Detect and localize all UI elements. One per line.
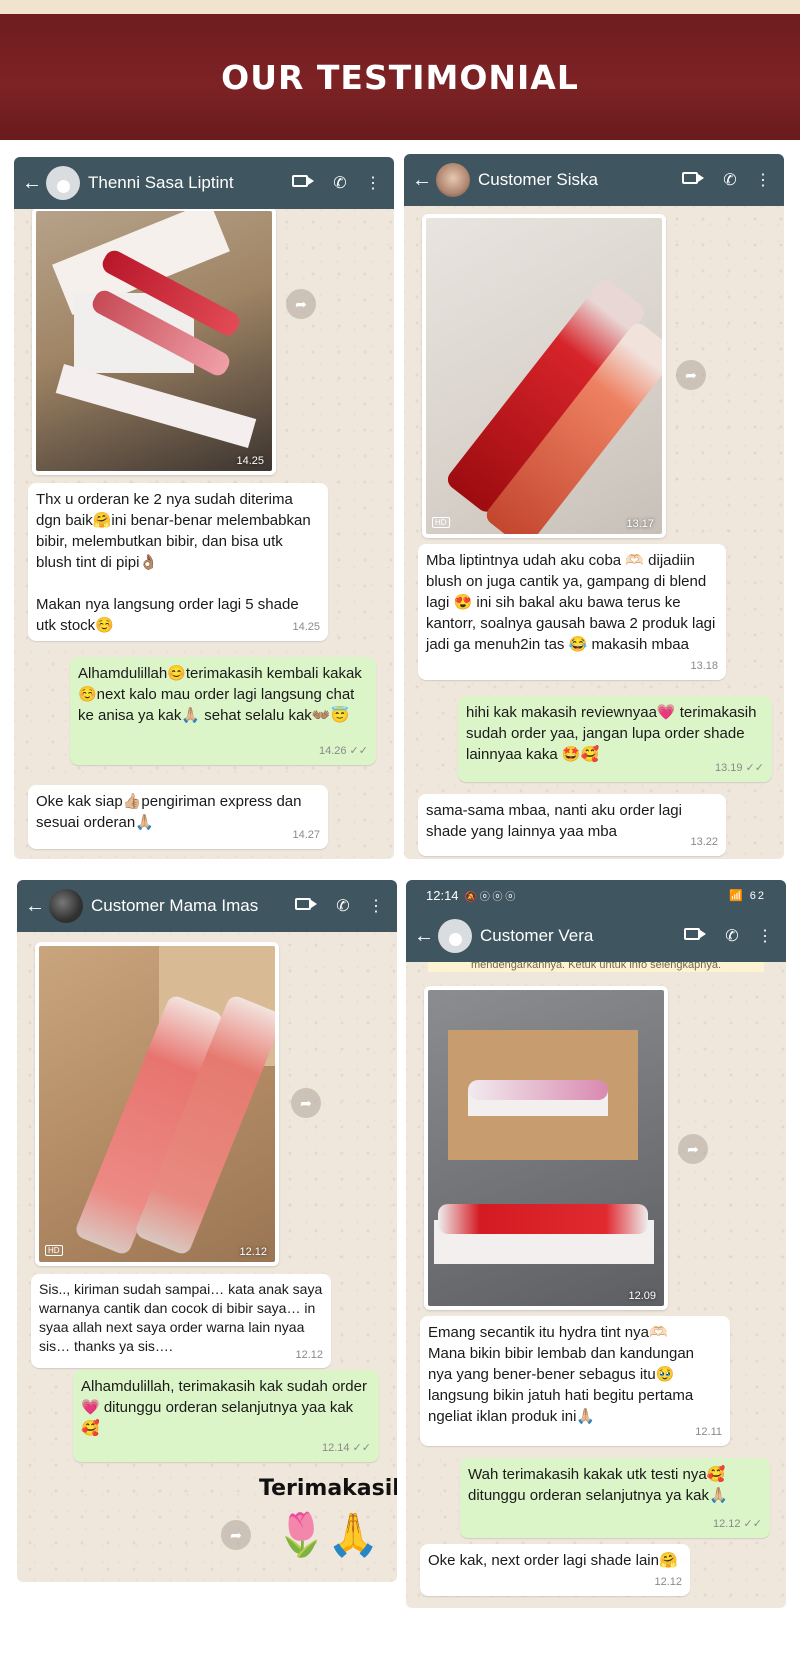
more-vertical-icon[interactable]: ⋮ [750, 170, 776, 190]
contact-name[interactable]: Customer Siska [478, 170, 670, 190]
phone-icon[interactable]: ✆ [323, 896, 363, 916]
message-text: Oke kak siap👍🏼pengiriman express dan ses… [36, 793, 302, 831]
message-time: 14.26 ✓✓ [318, 745, 368, 757]
chat-message-incoming: Thx u orderan ke 2 nya sudah diterima dg… [28, 483, 328, 641]
chat-screenshot-1: ← Thenni Sasa Liptint ✆ ⋮ 14.25 ➦ Thx u … [14, 157, 394, 859]
top-strip [0, 0, 800, 14]
product-photo[interactable]: HD 12.12 [35, 942, 279, 1266]
contact-name[interactable]: Thenni Sasa Liptint [88, 173, 280, 193]
page-title: OUR TESTIMONIAL [221, 57, 579, 97]
avatar[interactable] [436, 163, 470, 197]
message-time: 12.12 [295, 1349, 323, 1361]
hd-badge: HD [432, 517, 450, 528]
video-call-icon[interactable] [672, 927, 712, 945]
chat-message-incoming: sama-sama mbaa, nanti aku order lagi sha… [418, 794, 726, 856]
message-time: 13.19 ✓✓ [714, 762, 764, 774]
banner: OUR TESTIMONIAL [0, 14, 800, 140]
message-time: 12.11 [695, 1426, 722, 1438]
forward-icon[interactable]: ➦ [221, 1520, 251, 1550]
message-time: 14.27 [292, 829, 320, 841]
product-box [55, 364, 257, 448]
message-time: 13.18 [690, 660, 718, 672]
message-time: 14.25 [292, 621, 320, 633]
chat-header: ← Customer Siska ✆ ⋮ [404, 154, 784, 206]
chat-message-outgoing: Wah terimakasih kakak utk testi nya🥰 dit… [460, 1458, 770, 1538]
avatar[interactable] [438, 919, 472, 953]
message-text: Oke kak, next order lagi shade lain🤗 [428, 1552, 678, 1569]
chat-screenshot-2: ← Customer Siska ✆ ⋮ HD 13.17 ➦ Mba lipt… [404, 154, 784, 859]
forward-icon[interactable]: ➦ [286, 289, 316, 319]
forward-icon[interactable]: ➦ [678, 1134, 708, 1164]
message-time: 12.12 [654, 1576, 682, 1588]
chat-message-incoming: Oke kak, next order lagi shade lain🤗 12.… [420, 1544, 690, 1596]
message-text: Thx u orderan ke 2 nya sudah diterima dg… [36, 491, 311, 634]
status-bar: 12:14 🔕 ⓞ ⓞ ⓞ 📶 62 [406, 880, 786, 910]
message-text: Sis.., kiriman sudah sampai… kata anak s… [39, 1281, 323, 1354]
chat-message-incoming: Mba liptintnya udah aku coba 🫶🏻 dijadiin… [418, 544, 726, 680]
video-call-icon[interactable] [670, 171, 710, 189]
arrow-left-icon[interactable]: ← [22, 172, 44, 195]
message-time: 14.25 [236, 455, 264, 467]
product-photo[interactable]: 12.09 [424, 986, 668, 1310]
sticker-text: Terimakasih [259, 1476, 397, 1501]
arrow-left-icon[interactable]: ← [25, 895, 47, 918]
message-text: Alhamdulillah, terimakasih kak sudah ord… [81, 1378, 367, 1437]
chat-message-outgoing: Alhamdulillah, terimakasih kak sudah ord… [73, 1370, 379, 1462]
hd-badge: HD [45, 1245, 63, 1256]
message-time: 12.12 [239, 1246, 267, 1258]
sticker-emoji: 🌷🙏 [275, 1511, 380, 1558]
message-text: Alhamdulillah😊terimakasih kembali kakak☺… [78, 665, 362, 724]
message-time: 13.22 [690, 836, 718, 848]
message-time: 12.12 ✓✓ [712, 1518, 762, 1530]
contact-name[interactable]: Customer Vera [480, 926, 672, 946]
avatar[interactable] [46, 166, 80, 200]
phone-icon[interactable]: ✆ [320, 173, 360, 193]
message-time: 13.17 [626, 518, 654, 530]
thanks-sticker: Terimakasih [259, 1476, 397, 1501]
message-text: Emang secantik itu hydra tint nya🫶🏻 Mana… [428, 1324, 695, 1425]
forward-icon[interactable]: ➦ [291, 1088, 321, 1118]
more-vertical-icon[interactable]: ⋮ [363, 896, 389, 916]
chat-message-incoming: Emang secantik itu hydra tint nya🫶🏻 Mana… [420, 1316, 730, 1446]
avatar[interactable] [49, 889, 83, 923]
chat-message-outgoing: Alhamdulillah😊terimakasih kembali kakak☺… [70, 657, 376, 765]
video-call-icon[interactable] [280, 174, 320, 192]
chat-message-incoming: Oke kak siap👍🏼pengiriman express dan ses… [28, 785, 328, 849]
chat-message-outgoing: hihi kak makasih reviewnyaa💗 terimakasih… [458, 696, 772, 782]
message-text: hihi kak makasih reviewnyaa💗 terimakasih… [466, 704, 757, 763]
product-photo[interactable]: 14.25 [32, 207, 276, 475]
chat-screenshot-4: 12:14 🔕 ⓞ ⓞ ⓞ 📶 62 ← Customer Vera ✆ ⋮ m… [406, 880, 786, 1608]
video-call-icon[interactable] [283, 897, 323, 915]
chat-header: ← Customer Mama Imas ✆ ⋮ [17, 880, 397, 932]
more-vertical-icon[interactable]: ⋮ [752, 926, 778, 946]
phone-icon[interactable]: ✆ [712, 926, 752, 946]
message-time: 12.14 ✓✓ [321, 1442, 371, 1454]
more-vertical-icon[interactable]: ⋮ [360, 173, 386, 193]
status-time: 12:14 [426, 887, 459, 903]
message-time: 12.09 [628, 1290, 656, 1302]
chat-message-incoming: Sis.., kiriman sudah sampai… kata anak s… [31, 1274, 331, 1368]
lip-tint-tube [468, 1080, 608, 1100]
arrow-left-icon[interactable]: ← [412, 169, 434, 192]
product-photo[interactable]: HD 13.17 [422, 214, 666, 538]
lip-tint-tube [438, 1204, 648, 1234]
chat-header: ← Thenni Sasa Liptint ✆ ⋮ [14, 157, 394, 209]
status-icons: 🔕 ⓞ ⓞ ⓞ [464, 891, 516, 903]
message-text: Wah terimakasih kakak utk testi nya🥰 dit… [468, 1466, 728, 1504]
chat-header: ← Customer Vera ✆ ⋮ [406, 910, 786, 962]
phone-icon[interactable]: ✆ [710, 170, 750, 190]
arrow-left-icon[interactable]: ← [414, 925, 436, 948]
message-text: Mba liptintnya udah aku coba 🫶🏻 dijadiin… [426, 552, 716, 653]
chat-screenshot-3: ← Customer Mama Imas ✆ ⋮ HD 12.12 ➦ Sis.… [17, 880, 397, 1582]
message-text: sama-sama mbaa, nanti aku order lagi sha… [426, 802, 682, 840]
forward-icon[interactable]: ➦ [676, 360, 706, 390]
contact-name[interactable]: Customer Mama Imas [91, 896, 283, 916]
status-right: 📶 62 [729, 889, 766, 902]
